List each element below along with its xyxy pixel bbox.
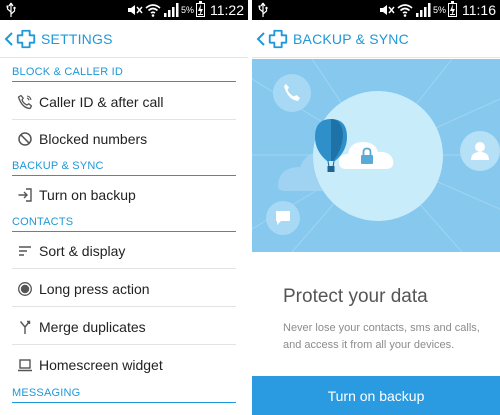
battery-icon — [448, 1, 457, 17]
settings-item-label: Merge duplicates — [39, 318, 146, 335]
settings-screen: 5% 11:22 SETTINGS BLOCK & CALLER ID Call… — [0, 0, 248, 415]
settings-item-turn-on-backup[interactable]: Turn on backup — [12, 177, 236, 213]
battery-percent: 5% — [432, 5, 446, 15]
phone-icon — [16, 93, 34, 111]
clock: 11:16 — [462, 2, 496, 18]
app-logo-icon[interactable] — [15, 28, 37, 50]
settings-item-homescreen-widget[interactable]: Homescreen widget — [12, 347, 236, 383]
page-title: SETTINGS — [41, 30, 113, 47]
block-icon — [16, 130, 34, 148]
section-header-contacts: CONTACTS — [12, 212, 236, 232]
settings-item-label: Blocked numbers — [39, 131, 148, 147]
backup-title: Protect your data — [283, 286, 428, 307]
settings-item-label: Long press action — [39, 280, 150, 297]
app-logo-icon[interactable] — [267, 28, 289, 50]
status-bar: 5% 11:16 — [252, 0, 500, 20]
back-chevron-icon[interactable] — [256, 31, 266, 46]
wifi-icon — [145, 3, 161, 17]
clock: 11:22 — [210, 2, 244, 18]
settings-item-label: Caller ID & after call — [39, 93, 164, 110]
settings-item-label: Homescreen widget — [39, 357, 163, 373]
settings-item-label: Sort & display — [39, 242, 126, 259]
app-bar: BACKUP & SYNC — [252, 20, 500, 58]
signal-icon — [415, 3, 431, 17]
app-bar: SETTINGS — [0, 20, 248, 58]
phone-icon — [273, 74, 311, 112]
settings-item-sort-display[interactable]: Sort & display — [12, 233, 236, 269]
section-header-messaging: MESSAGING — [12, 383, 236, 403]
mute-icon — [379, 5, 395, 15]
usb-icon — [258, 2, 268, 17]
sort-lines-icon — [16, 242, 34, 260]
backup-sync-screen: 5% 11:16 BACKUP & SYNC Protect your data… — [252, 0, 500, 415]
back-chevron-icon[interactable] — [4, 31, 14, 46]
chat-bubble-icon — [266, 201, 300, 235]
settings-item-merge-duplicates[interactable]: Merge duplicates — [12, 309, 236, 345]
mute-icon — [127, 5, 143, 15]
wifi-icon — [397, 3, 413, 17]
section-header-backup-sync: BACKUP & SYNC — [12, 156, 236, 176]
section-header-block-caller-id: BLOCK & CALLER ID — [12, 62, 236, 82]
turn-on-backup-button[interactable]: Turn on backup — [252, 376, 500, 415]
cloud-lock-icon — [339, 142, 394, 169]
settings-item-caller-id[interactable]: Caller ID & after call — [12, 84, 236, 120]
settings-item-long-press-action[interactable]: Long press action — [12, 271, 236, 307]
signal-icon — [163, 3, 179, 17]
radio-dot-icon — [16, 280, 34, 298]
battery-icon — [196, 1, 205, 17]
status-bar: 5% 11:22 — [0, 0, 248, 20]
battery-percent: 5% — [180, 5, 194, 15]
person-icon — [460, 131, 500, 171]
usb-icon — [6, 2, 16, 17]
backup-illustration — [252, 59, 500, 252]
settings-item-label: Turn on backup — [39, 187, 136, 203]
merge-icon — [16, 318, 34, 336]
page-title: BACKUP & SYNC — [293, 30, 409, 47]
login-arrow-icon — [16, 186, 34, 204]
backup-description: Never lose your contacts, sms and calls,… — [283, 322, 480, 351]
widget-icon — [16, 356, 34, 374]
settings-item-blocked-numbers[interactable]: Blocked numbers — [12, 121, 236, 157]
